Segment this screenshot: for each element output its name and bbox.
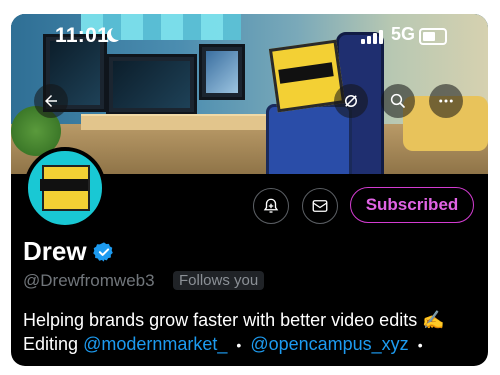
- verified-icon[interactable]: [92, 241, 115, 263]
- bio-trailing-separator: •: [417, 337, 423, 353]
- bio-separator: •: [236, 337, 242, 353]
- profile-name-row: Drew: [23, 236, 115, 267]
- notification-add-icon: [263, 198, 279, 213]
- mention-link-opencampus[interactable]: @opencampus_xyz: [250, 334, 408, 354]
- bio-line-2: Editing @modernmarket_ • @opencampus_xyz…: [23, 334, 427, 355]
- mention-link-modernmarket[interactable]: @modernmarket_: [83, 334, 227, 354]
- avatar-glasses: [40, 179, 88, 191]
- mute-icon: [345, 95, 357, 107]
- profile-handle: @Drewfromweb3: [23, 271, 155, 290]
- back-arrow-icon: [45, 95, 57, 107]
- status-time: 11:01: [55, 24, 110, 47]
- more-button[interactable]: [429, 84, 463, 118]
- mute-button[interactable]: [334, 84, 368, 118]
- banner-desk: [81, 114, 291, 130]
- banner-character-body: [266, 104, 352, 174]
- bio-line-1: Helping brands grow faster with better v…: [23, 310, 445, 331]
- network-label: 5G: [391, 24, 416, 44]
- follows-you-badge: Follows you: [173, 271, 265, 290]
- search-icon: [390, 93, 405, 108]
- avatar[interactable]: [24, 147, 106, 229]
- back-button[interactable]: [34, 84, 68, 118]
- writing-hand-emoji: ✍️: [422, 310, 445, 330]
- signal-icon: [361, 30, 387, 44]
- moon-icon: [111, 26, 125, 40]
- message-button[interactable]: [302, 188, 338, 224]
- battery-icon: [419, 28, 447, 45]
- profile-screen: 11:01 5G Subscribed Drew @Drewfromweb3 F…: [11, 14, 488, 366]
- search-button[interactable]: [381, 84, 415, 118]
- more-icon: [439, 99, 453, 103]
- subscribed-button[interactable]: Subscribed: [350, 187, 474, 223]
- profile-name: Drew: [23, 236, 87, 266]
- status-bar: 11:01 5G: [11, 14, 488, 54]
- notification-button[interactable]: [253, 188, 289, 224]
- bio-prefix: Editing: [23, 334, 79, 354]
- banner-monitor-2: [106, 54, 197, 115]
- mail-icon: [312, 200, 328, 212]
- bio-text: Helping brands grow faster with better v…: [23, 310, 418, 330]
